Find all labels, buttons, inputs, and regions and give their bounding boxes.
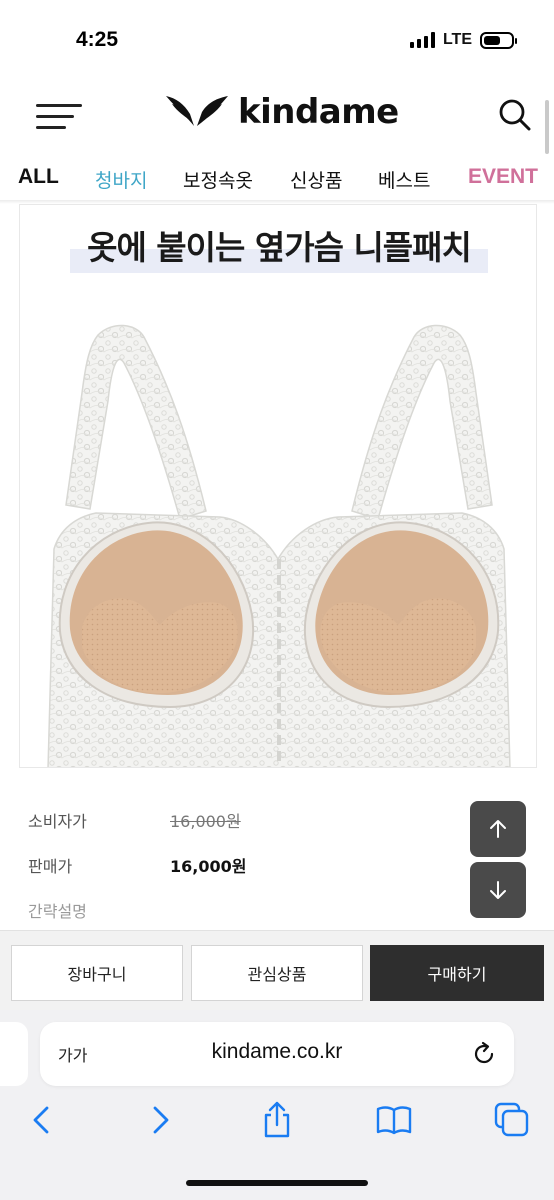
url-text[interactable]: kindame.co.kr (40, 1040, 514, 1064)
battery-icon (480, 31, 517, 49)
arrow-down-icon (490, 881, 506, 899)
add-to-cart-button[interactable]: 장바구니 (11, 945, 183, 1001)
sale-price-value: 16,000원 (170, 857, 247, 876)
arrow-up-icon (490, 820, 506, 838)
share-icon[interactable] (257, 1100, 297, 1140)
page-scrollbar[interactable] (545, 100, 549, 154)
status-bar: 4:25 LTE (0, 0, 554, 84)
signal-bars-icon (409, 32, 435, 48)
home-indicator[interactable] (186, 1180, 368, 1186)
browser-toolbar: 가가 kindame.co.kr (0, 1010, 554, 1200)
consumer-price-row: 소비자가 16,000원 (28, 808, 241, 832)
reload-icon[interactable] (470, 1040, 498, 1068)
buy-now-button[interactable]: 구매하기 (370, 945, 544, 1001)
bookmarks-icon[interactable] (374, 1100, 414, 1140)
back-icon[interactable] (22, 1100, 62, 1140)
product-headline-block: 옷에 붙이는 옆가슴 니플패치 (70, 221, 488, 273)
status-time: 4:25 (76, 28, 119, 51)
scroll-top-button[interactable] (470, 801, 526, 857)
consumer-price-value: 16,000원 (170, 812, 241, 831)
summary-row: 간략설명 (28, 898, 87, 922)
consumer-price-label: 소비자가 (28, 812, 87, 831)
previous-tab-preview[interactable] (0, 1022, 28, 1086)
category-nav: ALL 청바지 보정속옷 신상품 베스트 EVENT (0, 160, 554, 200)
address-bar[interactable]: 가가 kindame.co.kr (40, 1022, 514, 1086)
search-icon[interactable] (498, 98, 532, 132)
forward-icon[interactable] (140, 1100, 180, 1140)
sale-price-label: 판매가 (28, 857, 73, 876)
wishlist-button[interactable]: 관심상품 (191, 945, 363, 1001)
purchase-action-bar: 장바구니 관심상품 구매하기 (0, 930, 554, 1010)
network-label: LTE (442, 31, 472, 48)
category-event[interactable]: EVENT (468, 165, 538, 189)
category-new[interactable]: 신상품 (290, 166, 342, 193)
status-indicators: LTE (409, 31, 517, 49)
category-best[interactable]: 베스트 (378, 166, 430, 193)
category-shapewear[interactable]: 보정속옷 (183, 166, 253, 193)
lace-bodysuit-with-padded-cups (47, 324, 511, 767)
brand-logo[interactable]: kindame (164, 92, 399, 132)
summary-label: 간략설명 (28, 902, 87, 921)
hamburger-menu-icon[interactable] (36, 102, 82, 132)
sale-price-row: 판매가 16,000원 (28, 853, 246, 877)
product-headline: 옷에 붙이는 옆가슴 니플패치 (87, 228, 472, 267)
tabs-icon[interactable] (492, 1100, 532, 1140)
category-jeans[interactable]: 청바지 (95, 166, 147, 193)
category-all[interactable]: ALL (18, 165, 59, 189)
site-header: kindame (0, 84, 554, 148)
scroll-bottom-button[interactable] (470, 862, 526, 918)
brand-name: kindame (238, 92, 399, 132)
product-image[interactable]: 옷에 붙이는 옆가슴 니플패치 (19, 204, 537, 768)
wings-logo-icon (166, 96, 228, 126)
